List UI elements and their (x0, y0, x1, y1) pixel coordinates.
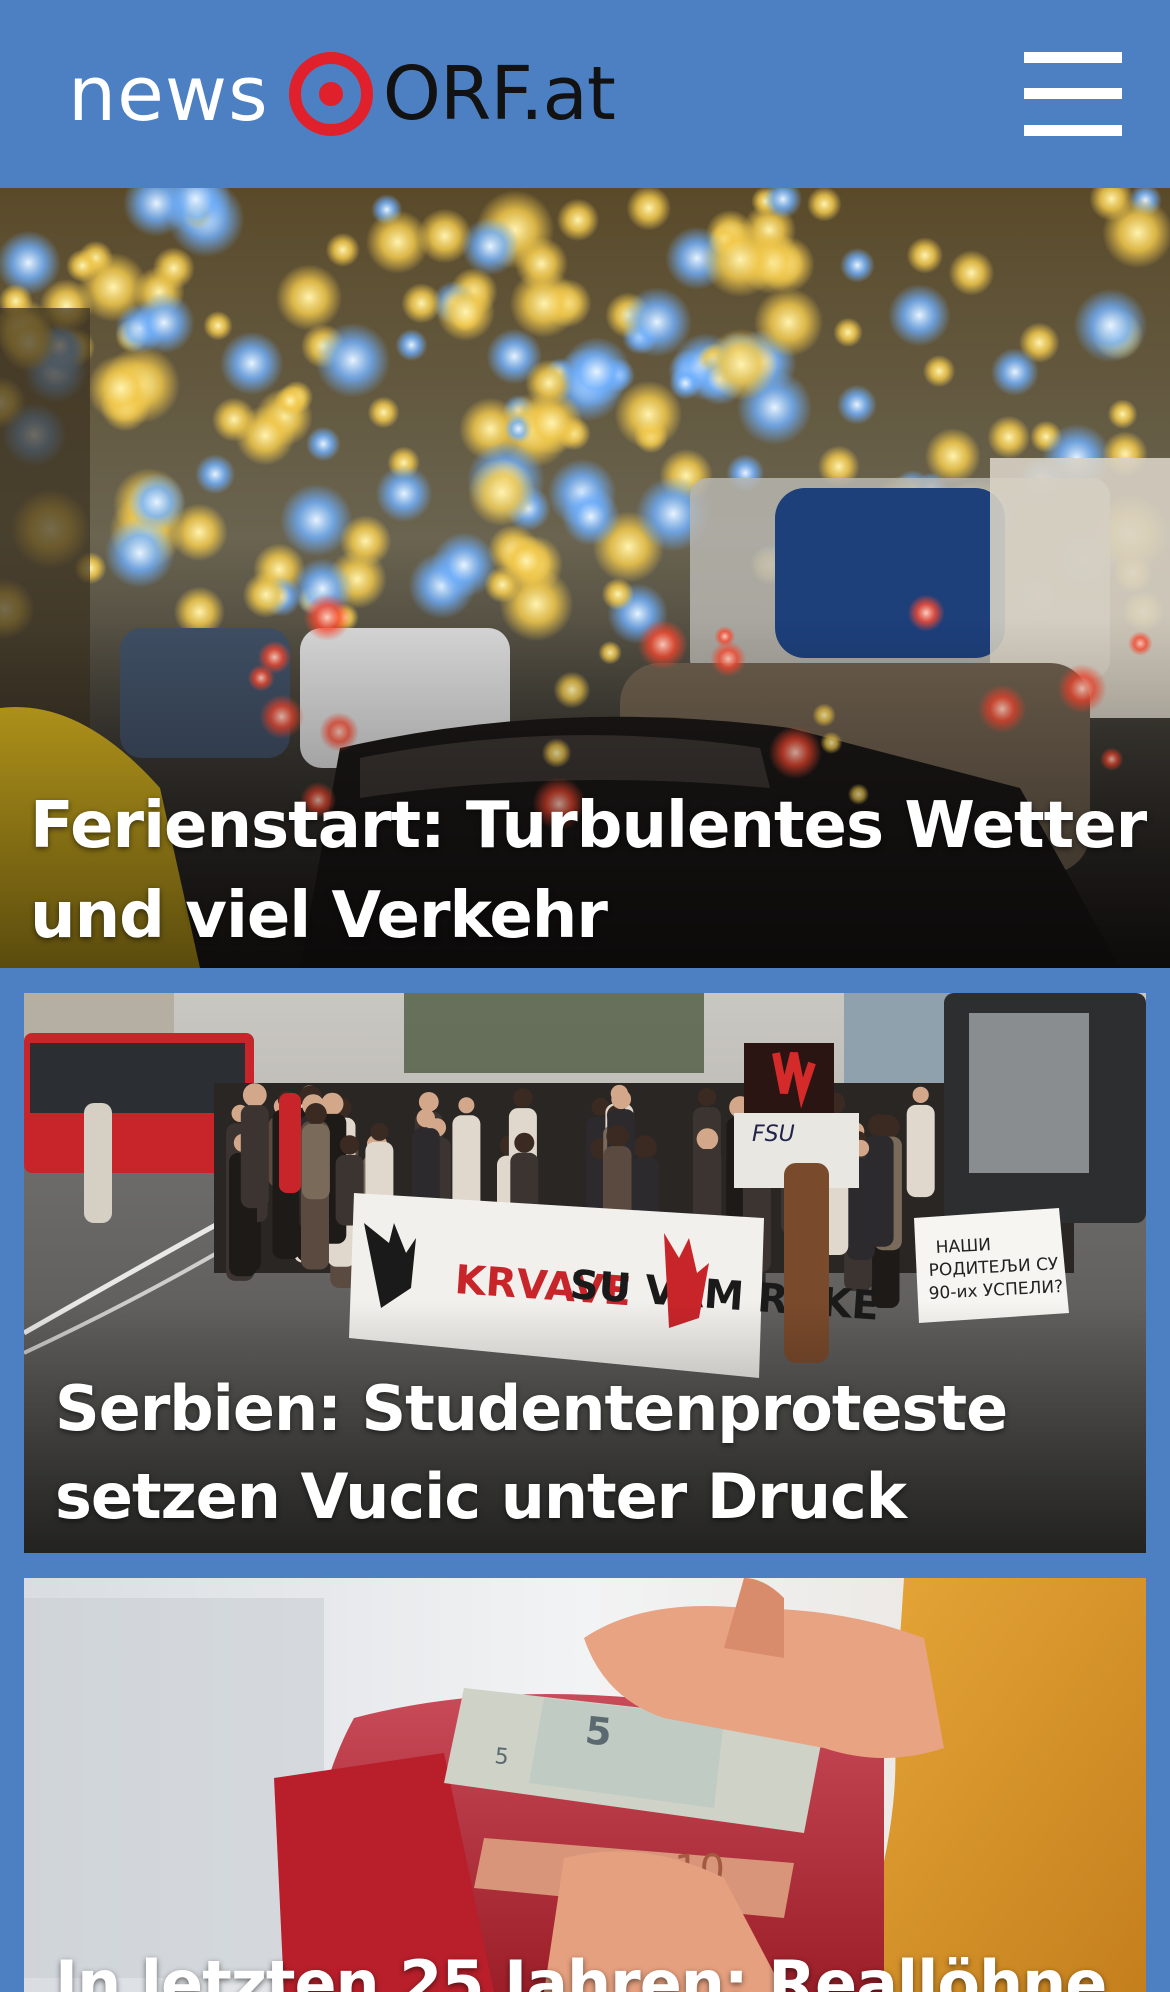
orf-news-logo[interactable]: news ORF.at (68, 44, 616, 144)
logo-news-text: news (68, 49, 269, 138)
article-headline[interactable]: Serbien: Studentenproteste setzen Vucic … (55, 1365, 1125, 1541)
svg-text:5: 5 (493, 1744, 510, 1770)
hamburger-menu-icon[interactable] (1024, 52, 1122, 136)
article-image-wallet-euro: 5 5 10 (24, 1578, 1146, 1992)
article-headline[interactable]: In letzten 25 Jahren: Reallöhne (55, 1940, 1125, 1992)
logo-orf-text: ORF.at (382, 51, 616, 137)
banknote-value: 5 (583, 1708, 614, 1755)
article-card-real-wages[interactable]: 5 5 10 In letzten 25 Jahren: Reallöhne (24, 1578, 1146, 1992)
top-header: news ORF.at (0, 0, 1170, 188)
article-card-holiday-traffic[interactable]: Ferienstart: Turbulentes Wetter und viel… (0, 188, 1170, 968)
article-headline[interactable]: Ferienstart: Turbulentes Wetter und viel… (30, 781, 1150, 961)
article-card-serbia-protests[interactable]: FSU KRVAVE SU VAM RUKE НАШИ РОДИТЕЉИ СУ … (24, 993, 1146, 1553)
orf-target-icon (288, 52, 373, 136)
